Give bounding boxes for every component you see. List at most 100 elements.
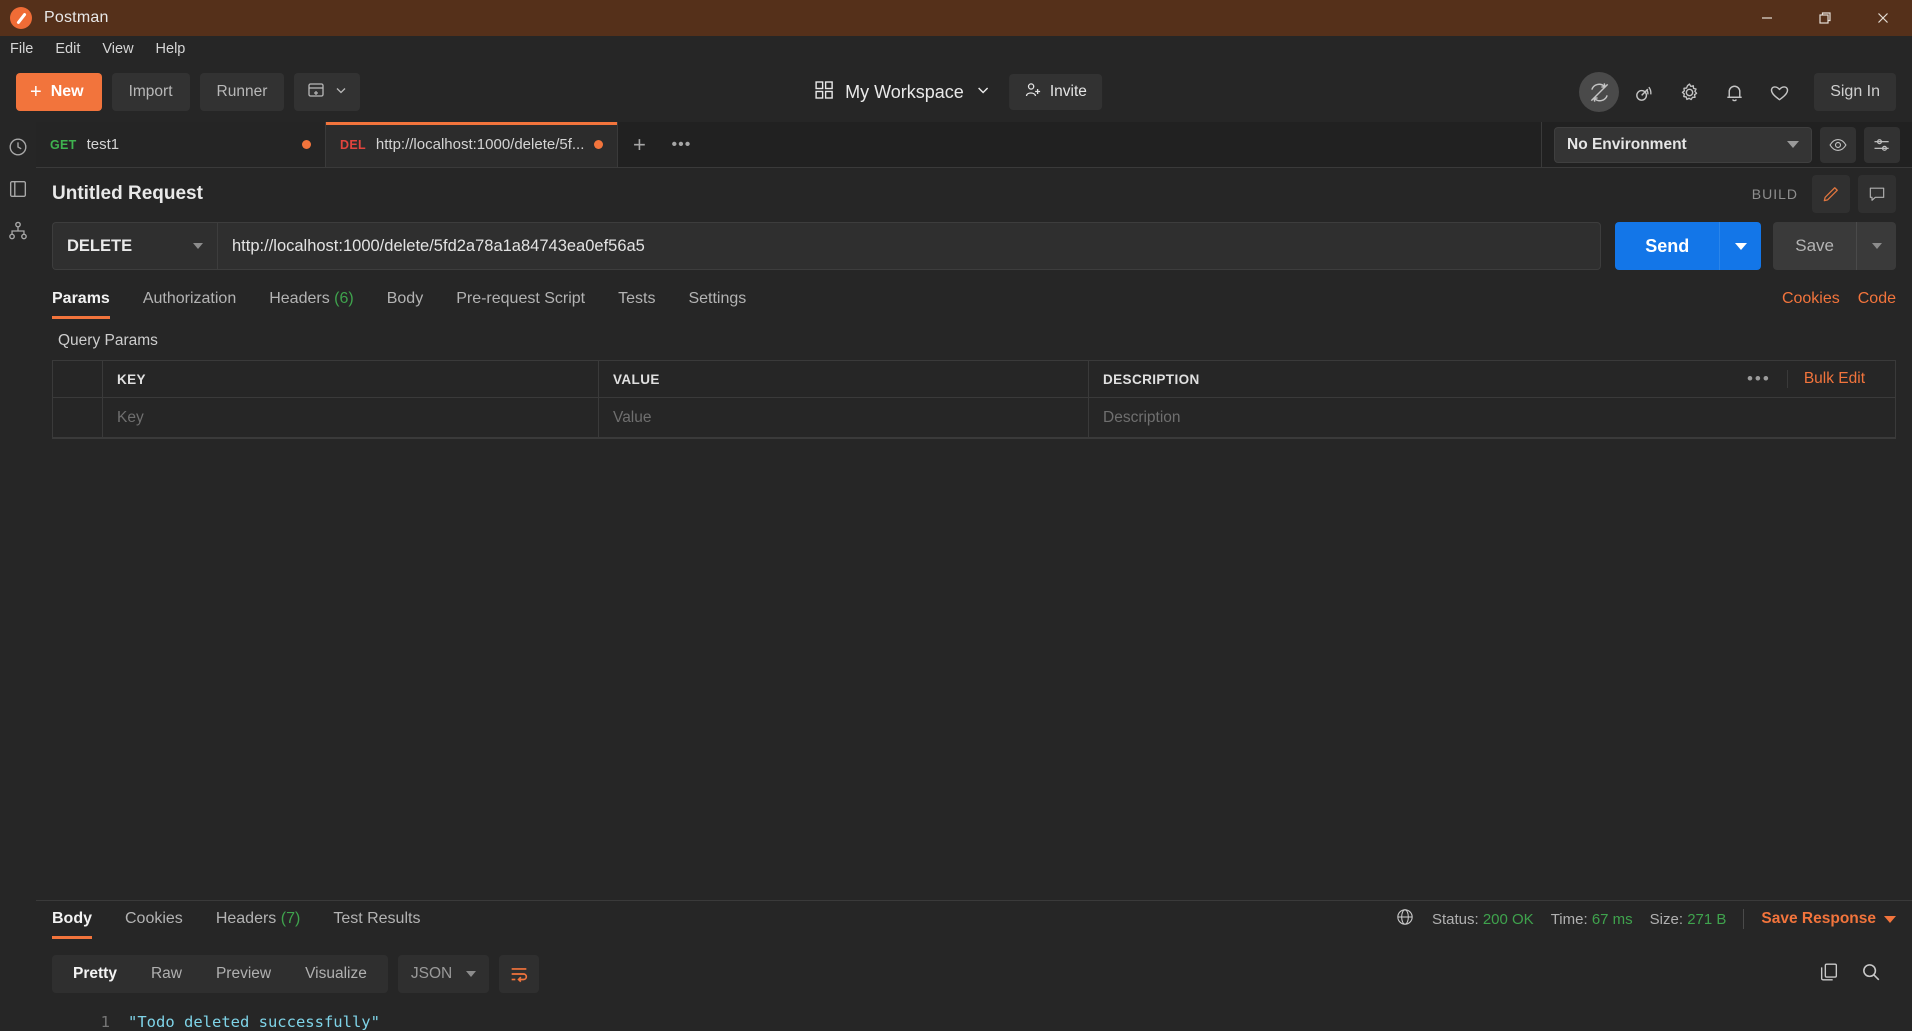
gear-icon[interactable] <box>1669 72 1709 112</box>
chevron-down-icon <box>1884 915 1896 923</box>
response-tab-test-results[interactable]: Test Results <box>333 910 420 939</box>
tab-label: Settings <box>688 289 747 307</box>
runner-button[interactable]: Runner <box>199 73 285 111</box>
content-area: GET test1 DEL http://localhost:1000/dele… <box>36 122 1912 1031</box>
row-checkbox-cell[interactable] <box>53 398 103 437</box>
heart-icon[interactable] <box>1759 72 1799 112</box>
satellite-icon[interactable] <box>1624 72 1664 112</box>
method-selector[interactable]: DELETE <box>52 222 217 270</box>
maximize-icon[interactable] <box>1796 0 1854 36</box>
tab-method-badge: DEL <box>340 137 366 152</box>
send-button-group: Send <box>1615 222 1762 270</box>
search-icon[interactable] <box>1860 961 1882 988</box>
comment-icon[interactable] <box>1858 175 1896 213</box>
code-link[interactable]: Code <box>1858 290 1896 308</box>
cookies-link[interactable]: Cookies <box>1782 290 1840 308</box>
table-row[interactable]: Key Value Description <box>53 398 1895 438</box>
menu-item-help[interactable]: Help <box>156 41 186 57</box>
menu-item-view[interactable]: View <box>102 41 133 57</box>
description-cell[interactable]: Description <box>1089 398 1895 437</box>
sync-off-icon[interactable] <box>1579 72 1620 112</box>
response-body-viewer[interactable]: 1 "Todo deleted successfully" <box>36 1003 1912 1031</box>
view-mode-raw[interactable]: Raw <box>134 955 199 993</box>
time-label: Time: 67 ms <box>1551 911 1633 928</box>
params-empty-space <box>36 439 1912 900</box>
save-options-button[interactable] <box>1856 222 1896 270</box>
chevron-down-icon <box>334 83 348 102</box>
menu-item-edit[interactable]: Edit <box>55 41 80 57</box>
new-tab-button[interactable]: + <box>618 122 661 167</box>
chevron-down-icon <box>193 243 203 249</box>
bell-icon[interactable] <box>1714 72 1754 112</box>
view-mode-pretty[interactable]: Pretty <box>56 955 134 993</box>
table-options-button[interactable]: ••• <box>1731 369 1787 389</box>
import-button[interactable]: Import <box>111 73 190 111</box>
copy-icon[interactable] <box>1818 961 1840 988</box>
url-input[interactable] <box>217 222 1602 270</box>
line-content: "Todo deleted successfully" <box>128 1013 380 1031</box>
workspace-selector[interactable]: My Workspace <box>810 74 995 111</box>
pencil-icon[interactable] <box>1812 175 1850 213</box>
sliders-icon[interactable] <box>1864 126 1900 163</box>
tab-params[interactable]: Params <box>52 290 110 319</box>
time-value: 67 ms <box>1591 910 1633 928</box>
size-label: Size: 271 B <box>1650 911 1727 928</box>
query-params-header: Query Params <box>36 324 1912 360</box>
tab-delete-request[interactable]: DEL http://localhost:1000/delete/5f... <box>326 122 619 167</box>
eye-icon[interactable] <box>1820 126 1856 163</box>
collections-icon[interactable] <box>7 178 29 200</box>
new-button-label: New <box>50 83 84 100</box>
send-options-button[interactable] <box>1719 222 1762 270</box>
tab-label: http://localhost:1000/delete/5f... <box>375 136 585 153</box>
chevron-down-icon <box>466 971 477 977</box>
tab-tests[interactable]: Tests <box>618 290 655 319</box>
status-label-text: Status: <box>1431 910 1479 928</box>
close-icon[interactable] <box>1854 0 1912 36</box>
postman-logo-icon <box>10 7 32 29</box>
tab-label: Pre-request Script <box>456 289 586 307</box>
view-mode-visualize[interactable]: Visualize <box>288 955 384 993</box>
time-label-text: Time: <box>1550 910 1588 928</box>
minimize-icon[interactable] <box>1738 0 1796 36</box>
invite-button[interactable]: Invite <box>1008 74 1102 110</box>
tab-settings[interactable]: Settings <box>688 290 746 319</box>
workspace-label: My Workspace <box>845 81 964 102</box>
new-window-button[interactable] <box>294 73 361 111</box>
window-title: Postman <box>44 9 109 26</box>
send-button[interactable]: Send <box>1615 222 1720 270</box>
menu-item-file[interactable]: File <box>10 41 33 57</box>
save-button[interactable]: Save <box>1773 222 1856 270</box>
code-line: 1 "Todo deleted successfully" <box>36 1013 1912 1031</box>
tab-body[interactable]: Body <box>387 290 423 319</box>
tab-pre-request-script[interactable]: Pre-request Script <box>456 290 585 319</box>
tab-headers[interactable]: Headers (6) <box>269 290 354 319</box>
response-tab-cookies[interactable]: Cookies <box>125 910 183 939</box>
view-mode-preview[interactable]: Preview <box>199 955 288 993</box>
value-cell[interactable]: Value <box>599 398 1089 437</box>
tab-label: Headers <box>269 289 330 307</box>
new-button[interactable]: + New <box>16 73 102 111</box>
bulk-edit-button[interactable]: Bulk Edit <box>1786 370 1877 388</box>
description-input-placeholder: Description <box>1103 408 1181 426</box>
table-actions: ••• Bulk Edit <box>1731 369 1881 389</box>
sign-in-button[interactable]: Sign In <box>1814 73 1896 111</box>
tab-options-button[interactable]: ••• <box>660 122 703 167</box>
tab-test1[interactable]: GET test1 <box>36 122 326 167</box>
response-tab-headers[interactable]: Headers (7) <box>216 910 301 939</box>
save-response-button[interactable]: Save Response <box>1761 910 1896 928</box>
table-header-row: KEY VALUE DESCRIPTION ••• Bulk Edit <box>53 361 1895 398</box>
request-tabs-links: Cookies Code <box>1782 290 1896 319</box>
environment-selector[interactable]: No Environment <box>1554 126 1812 163</box>
history-icon[interactable] <box>7 136 29 158</box>
response-tabs: Body Cookies Headers (7) Test Results St… <box>36 901 1912 947</box>
response-format-selector[interactable]: JSON <box>397 955 490 993</box>
method-label: DELETE <box>67 236 133 255</box>
tab-label: Cookies <box>125 909 183 927</box>
word-wrap-icon[interactable] <box>499 955 540 993</box>
apis-icon[interactable] <box>7 220 29 242</box>
tab-authorization[interactable]: Authorization <box>143 290 236 319</box>
key-cell[interactable]: Key <box>103 398 599 437</box>
request-header-actions: BUILD <box>1752 175 1896 213</box>
response-tab-body[interactable]: Body <box>52 910 92 939</box>
open-tabs: GET test1 DEL http://localhost:1000/dele… <box>36 122 1541 167</box>
